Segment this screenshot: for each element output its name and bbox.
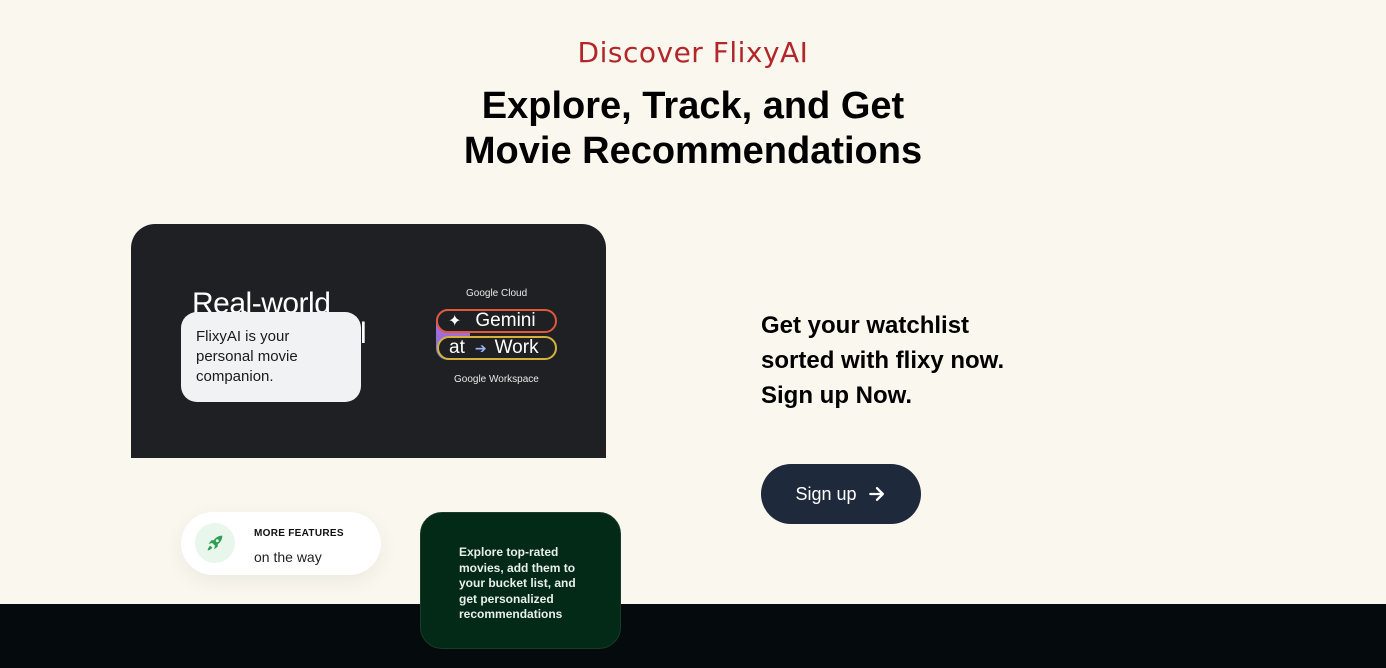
eyebrow-text: Discover FlixyAI bbox=[577, 36, 809, 69]
at-work-pill: at ➔ Work bbox=[437, 336, 557, 360]
more-features-badge: MORE FEATURES on the way bbox=[181, 512, 381, 575]
arrow-right-icon bbox=[868, 487, 884, 501]
features-title: MORE FEATURES bbox=[254, 528, 344, 539]
features-subtitle: on the way bbox=[254, 549, 322, 565]
cta-text: Get your watchlist sorted with flixy now… bbox=[761, 308, 1004, 413]
work-label: Work bbox=[494, 337, 539, 358]
cta-line-3: Sign up Now. bbox=[761, 382, 913, 409]
footer-bar bbox=[0, 604, 1386, 668]
cta-line-1: Get your watchlist bbox=[761, 312, 970, 339]
rocket-icon bbox=[195, 523, 235, 563]
google-cloud-label: Google Cloud bbox=[466, 288, 528, 299]
page-title: Explore, Track, and Get Movie Recommenda… bbox=[0, 84, 1386, 174]
chat-bubble: FlixyAI is your personal movie companion… bbox=[181, 312, 361, 402]
signup-label: Sign up bbox=[795, 483, 857, 504]
sparkle-icon: ✦ bbox=[448, 313, 462, 330]
at-label: at bbox=[449, 337, 465, 358]
signup-button[interactable]: Sign up bbox=[761, 464, 921, 524]
title-line-1: Explore, Track, and Get bbox=[481, 85, 905, 127]
gemini-label: Gemini bbox=[475, 310, 536, 331]
cta-line-2: sorted with flixy now. bbox=[761, 347, 1005, 374]
gemini-pill: ✦ Gemini bbox=[436, 309, 557, 333]
explore-card: Explore top-rated movies, add them to yo… bbox=[420, 512, 621, 649]
google-workspace-label: Google Workspace bbox=[454, 374, 539, 385]
arrow-icon: ➔ bbox=[474, 339, 487, 356]
title-line-2: Movie Recommendations bbox=[463, 130, 923, 172]
video-headline-cont: l bbox=[360, 317, 367, 350]
